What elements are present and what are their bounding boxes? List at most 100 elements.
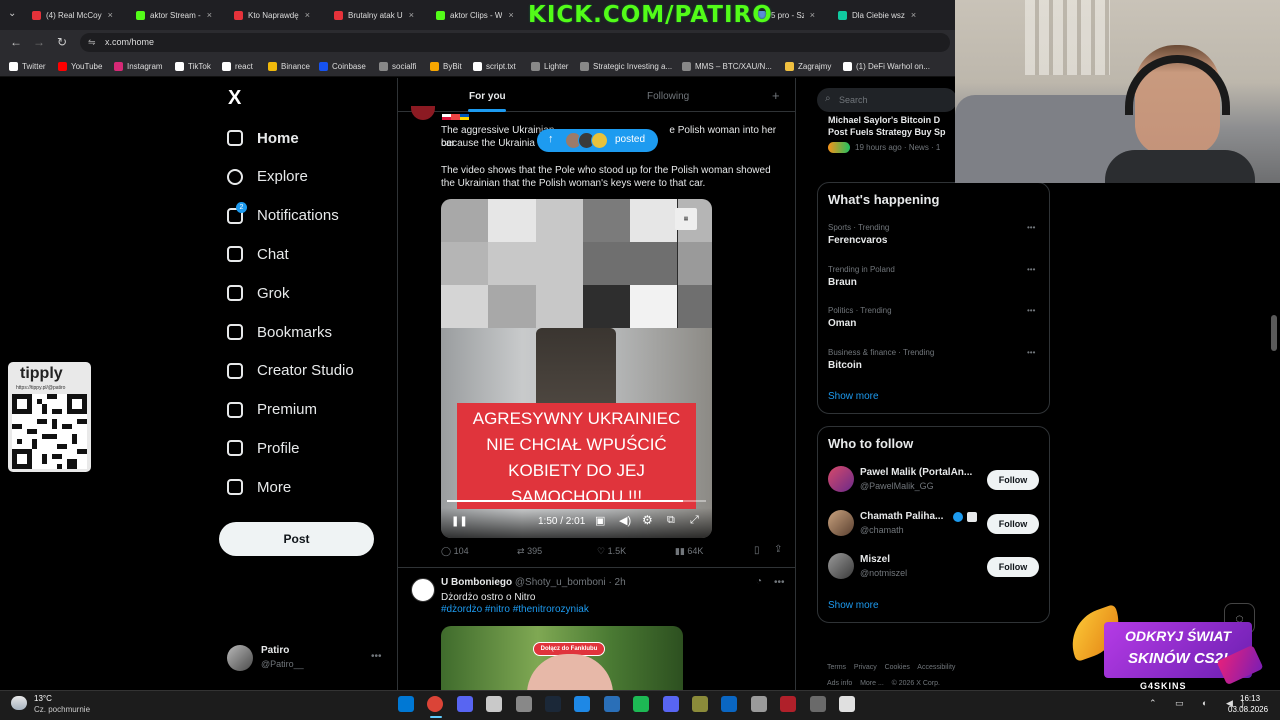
settings-icon[interactable]: ⚙ — [642, 513, 653, 527]
like-button[interactable]: ♡ 1.5K — [597, 546, 626, 557]
tab-close-icon[interactable]: × — [810, 10, 815, 20]
account-switcher[interactable]: Patiro @Patiro__ ••• — [227, 644, 387, 674]
nav-item-chat[interactable]: Chat — [227, 239, 289, 269]
taskbar-app-icon[interactable] — [662, 696, 679, 712]
taskbar-app-icon[interactable] — [398, 696, 414, 712]
taskbar-app-icon[interactable] — [574, 696, 591, 712]
taskbar-app-icon[interactable] — [692, 696, 708, 712]
trend-more-icon[interactable]: ••• — [1027, 306, 1035, 315]
bookmark-item[interactable]: socialfi — [379, 59, 416, 73]
fullscreen-icon[interactable]: ⤢ — [690, 514, 699, 527]
views-button[interactable]: ▮▮ 64K — [675, 546, 703, 557]
bookmark-item[interactable]: (1) DeFi Warhol on... — [843, 59, 930, 73]
tab-search-icon[interactable]: ⌄ — [8, 8, 16, 19]
follow-button[interactable]: Follow — [987, 513, 1039, 534]
bookmark-item[interactable]: Instagram — [114, 59, 163, 73]
forward-icon[interactable]: → — [33, 35, 45, 49]
pip-icon[interactable]: ⧉ — [667, 514, 675, 527]
tab-following[interactable]: Following — [647, 91, 689, 102]
tweet-avatar[interactable] — [411, 578, 435, 602]
nav-item-grok[interactable]: Grok — [227, 278, 290, 308]
trend-item[interactable]: Business & finance · Trending Bitcoin ••• — [828, 348, 1041, 384]
nav-item-profile[interactable]: Profile — [227, 433, 300, 463]
reload-icon[interactable]: ↻ — [57, 35, 67, 49]
bookmark-item[interactable]: Lighter — [531, 59, 568, 73]
bookmark-item[interactable]: Binance — [268, 59, 310, 73]
show-more-link[interactable]: Show more — [828, 391, 879, 402]
add-feed-icon[interactable]: + — [772, 88, 780, 103]
captions-icon[interactable]: ▣ — [595, 514, 605, 527]
bookmark-icon[interactable]: ▯ — [754, 545, 760, 556]
tab-close-icon[interactable]: × — [409, 10, 414, 20]
bookmark-item[interactable]: Strategic Investing a... — [580, 59, 672, 73]
avatar[interactable] — [828, 466, 854, 492]
trend-item[interactable]: Sports · Trending Ferencvaros ••• — [828, 223, 1041, 259]
share-icon[interactable]: ⇪ — [774, 544, 782, 555]
taskbar-app-icon[interactable] — [633, 696, 650, 712]
new-posts-pill[interactable]: ↑ posted — [537, 129, 658, 152]
taskbar-app-icon[interactable] — [515, 696, 532, 712]
video-player[interactable]: ▦ AGRESYWNY UKRAINIEC NIE CHCIAŁ WPUŚCIĆ… — [441, 199, 712, 538]
weather-temp[interactable]: 13°C — [34, 694, 52, 703]
tweet-more-icon[interactable]: ••• — [774, 577, 785, 588]
bookmark-item[interactable]: Twitter — [9, 59, 46, 73]
bookmark-item[interactable]: YouTube — [58, 59, 102, 73]
show-more-link[interactable]: Show more — [828, 600, 879, 611]
bookmark-item[interactable]: TikTok — [175, 59, 211, 73]
nav-item-explore[interactable]: Explore — [227, 162, 308, 192]
search-field[interactable]: ⌕ Search — [817, 88, 957, 112]
browser-tab[interactable]: (4) Real McCoy × — [32, 6, 120, 24]
follow-button[interactable]: Follow — [987, 557, 1039, 577]
follow-button[interactable]: Follow — [987, 470, 1039, 490]
clock-time[interactable]: 16:13 — [1240, 694, 1260, 703]
bookmark-item[interactable]: script.txt — [473, 59, 516, 73]
trend-more-icon[interactable]: ••• — [1027, 348, 1035, 357]
browser-tab[interactable]: aktor Clips - W × — [436, 6, 522, 24]
tab-for-you[interactable]: For you — [469, 91, 506, 102]
reply-button[interactable]: ◯ 104 — [441, 546, 469, 557]
taskbar-app-icon[interactable] — [780, 696, 797, 712]
nav-item-bookmarks[interactable]: Bookmarks — [227, 317, 332, 347]
clock-date[interactable]: 03.08.2026 — [1228, 705, 1268, 714]
page-scrollbar[interactable] — [1271, 315, 1277, 351]
tab-close-icon[interactable]: × — [911, 10, 916, 20]
x-logo[interactable]: X — [228, 87, 241, 110]
nav-item-notifications[interactable]: Notifications 2 — [227, 201, 339, 231]
taskbar-app-icon[interactable] — [721, 696, 738, 712]
browser-tab[interactable]: aktor Stream - × — [136, 6, 224, 24]
tweet-thumbnail[interactable]: Dołącz do Fanklubu — [441, 626, 683, 690]
site-info-icon[interactable]: ⇋ — [88, 33, 96, 52]
nav-item-creator-studio[interactable]: Creator Studio — [227, 356, 354, 386]
volume-icon[interactable]: ◀) — [619, 514, 631, 527]
nav-item-premium[interactable]: Premium — [227, 395, 317, 425]
tweet-hashtags[interactable]: #dżordżo #nitro #thenitrorozyniak — [441, 604, 589, 615]
avatar[interactable] — [828, 509, 854, 536]
taskbar-app-icon[interactable] — [486, 696, 503, 712]
bookmark-item[interactable]: MMS – BTC/XAU/N... — [682, 59, 772, 73]
browser-tab[interactable]: Brutalny atak U × — [334, 6, 424, 24]
repost-button[interactable]: ⇄ 395 — [517, 546, 542, 557]
taskbar-app-icon[interactable] — [545, 696, 561, 712]
trend-more-icon[interactable]: ••• — [1027, 265, 1035, 274]
back-icon[interactable]: ← — [10, 35, 22, 49]
tweet-author-name[interactable]: U Bomboniego — [441, 577, 512, 588]
tab-close-icon[interactable]: × — [207, 10, 212, 20]
taskbar-app-icon[interactable] — [839, 696, 855, 712]
avatar[interactable] — [828, 553, 854, 579]
follow-user-name[interactable]: Pawel Malik (PortalAn... — [860, 467, 972, 478]
tab-close-icon[interactable]: × — [508, 10, 513, 20]
weather-desc[interactable]: Cz. pochmurnie — [34, 705, 90, 714]
browser-tab[interactable]: Kto Naprawdę × — [234, 6, 322, 24]
taskbar-app-icon[interactable] — [603, 696, 620, 712]
nav-item-more[interactable]: More — [227, 472, 291, 502]
account-more-icon[interactable]: ••• — [371, 651, 382, 662]
taskbar-app-icon[interactable] — [456, 696, 473, 712]
news-item[interactable]: Michael Saylor's Bitcoin D Post Fuels St… — [828, 115, 956, 163]
video-progress-track[interactable] — [447, 500, 706, 502]
bookmark-item[interactable]: ByBit — [430, 59, 462, 73]
pause-icon[interactable]: ❚❚ — [451, 516, 468, 527]
bookmark-item[interactable]: Zagrajmy — [785, 59, 831, 73]
url-field[interactable]: ⇋ x.com/home — [80, 33, 950, 52]
follow-user-name[interactable]: Chamath Paliha... — [860, 511, 943, 522]
tweet-avatar[interactable] — [411, 106, 435, 120]
